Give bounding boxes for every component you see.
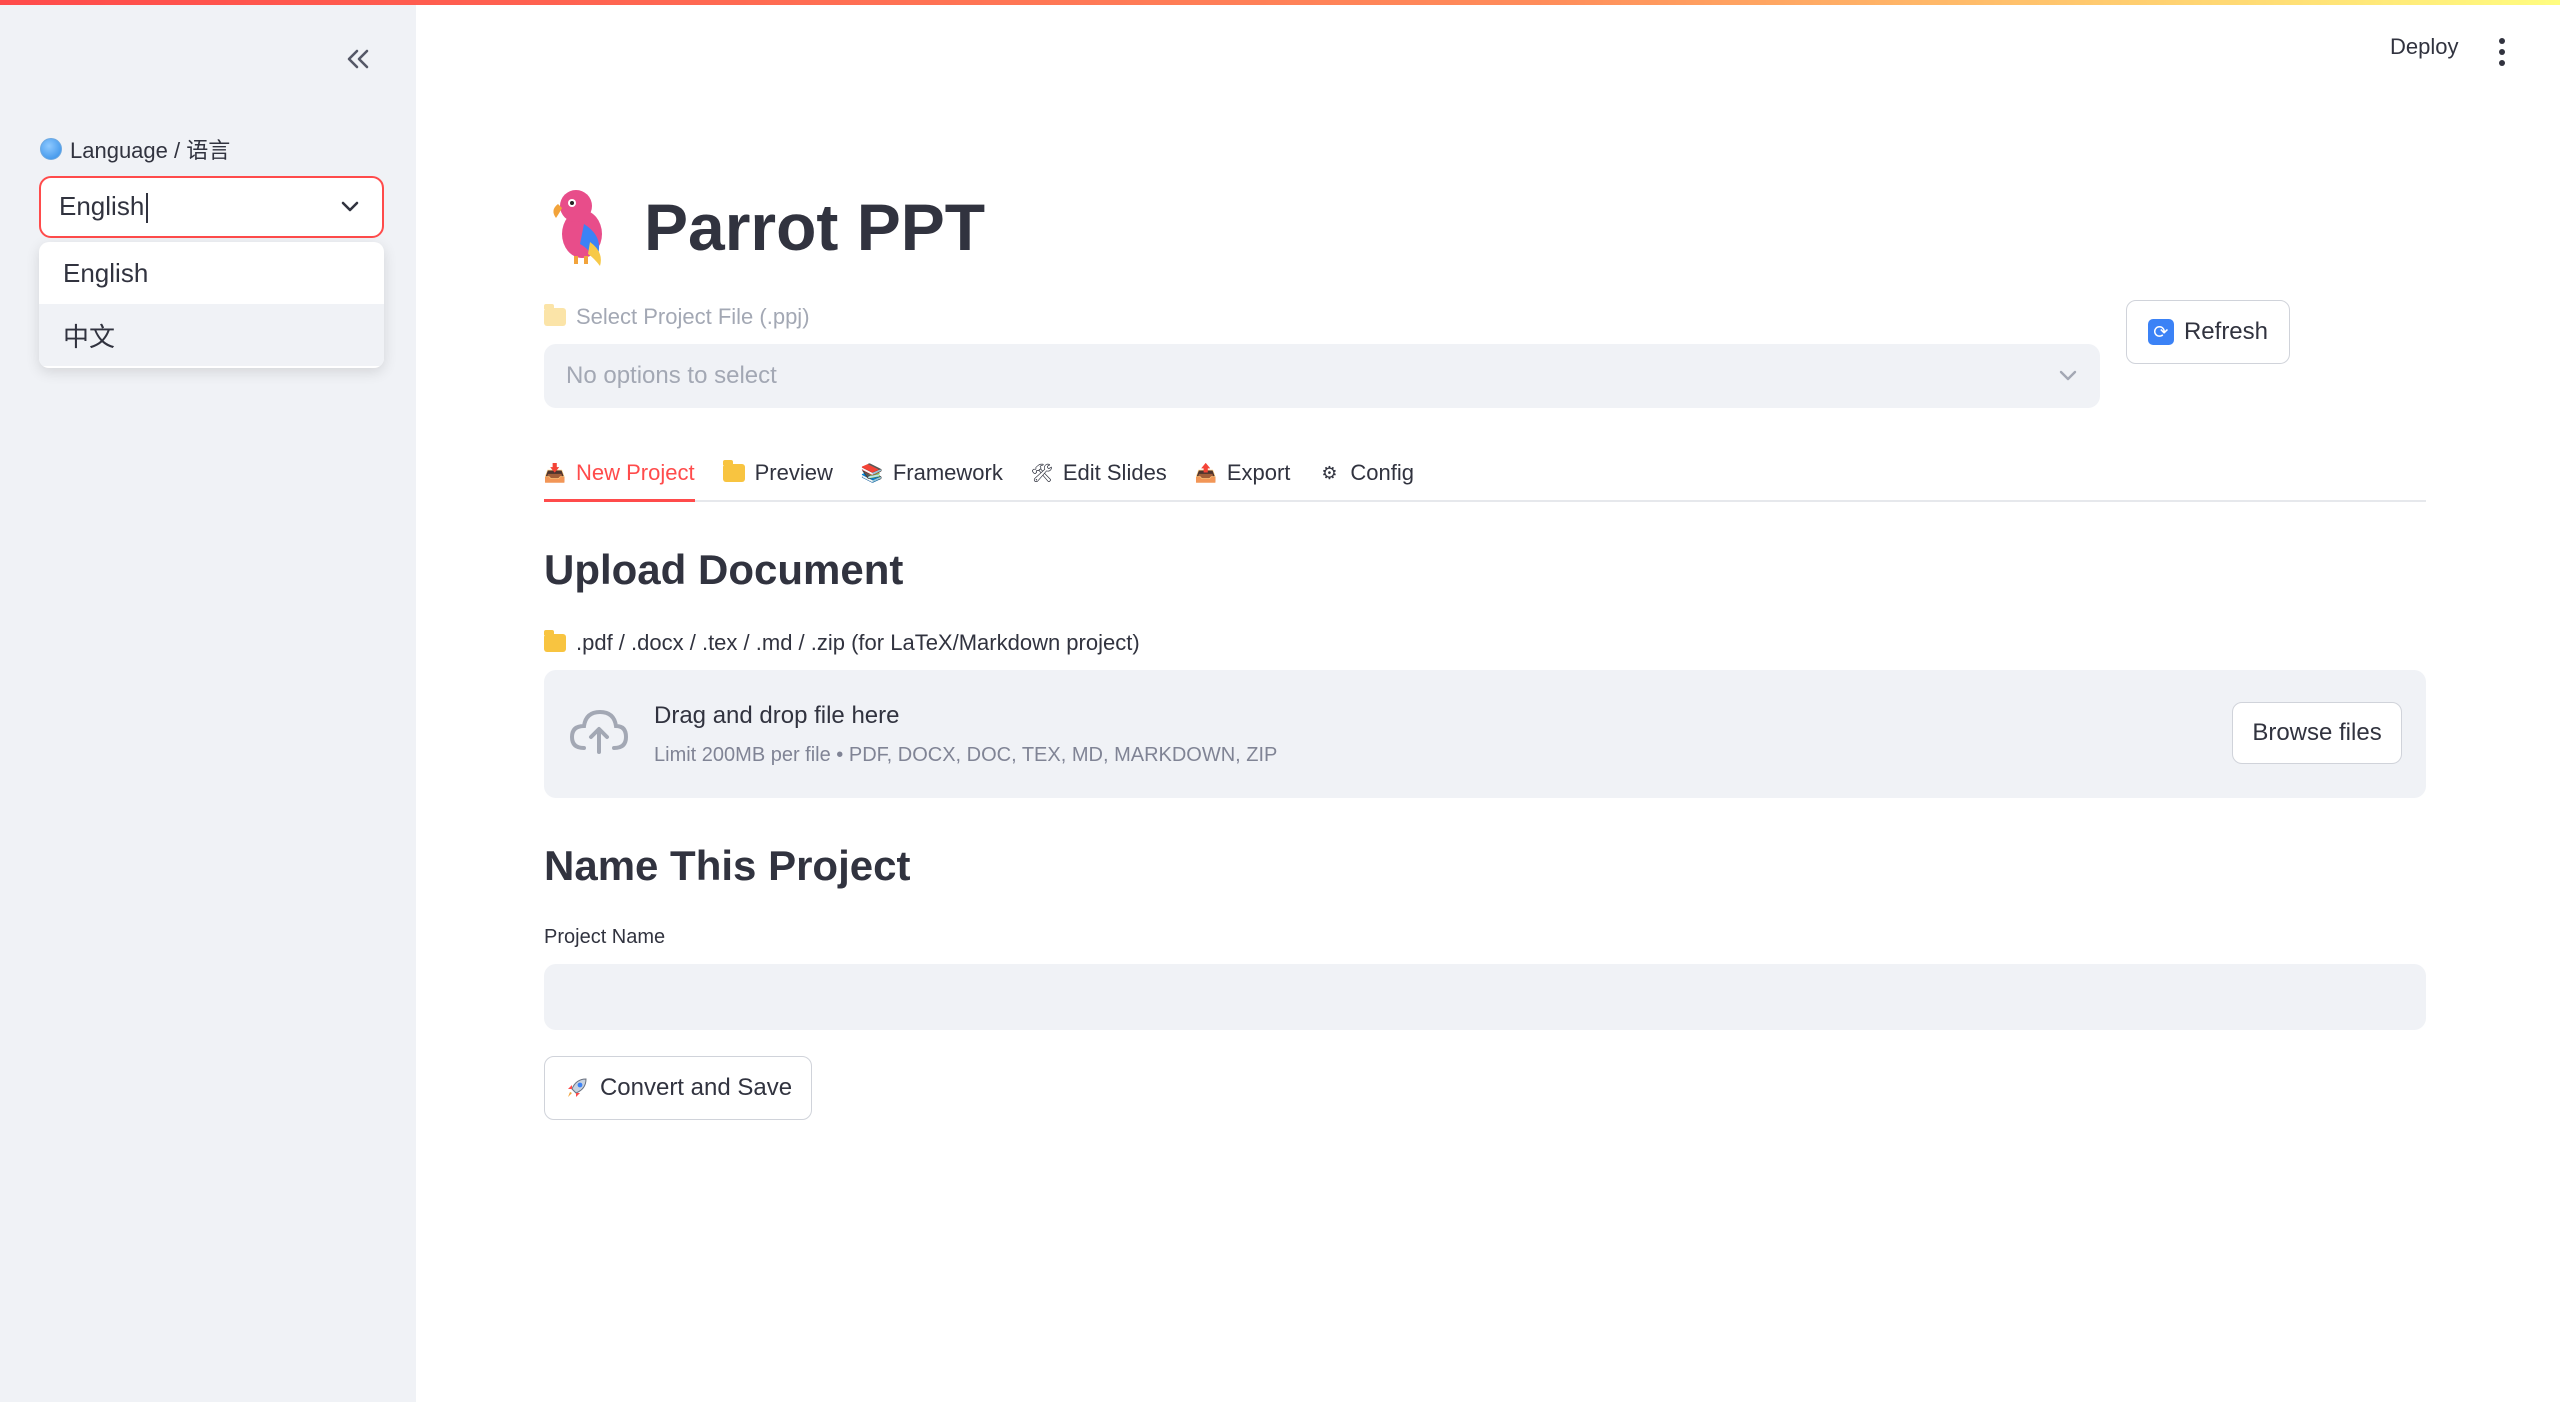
language-dropdown: English 中文 <box>39 242 384 368</box>
language-option-english[interactable]: English <box>39 242 384 304</box>
language-select-value: English <box>59 191 336 224</box>
dropzone-limit: Limit 200MB per file • PDF, DOCX, DOC, T… <box>654 744 1278 766</box>
language-label: Language / 语言 <box>40 133 230 165</box>
tab-preview[interactable]: Preview <box>722 446 833 500</box>
project-name-input[interactable] <box>544 964 2426 1030</box>
tab-edit-slides[interactable]: 🛠 Edit Slides <box>1030 446 1167 500</box>
convert-label: Convert and Save <box>599 1074 793 1101</box>
file-dropzone[interactable]: Drag and drop file here Limit 200MB per … <box>544 670 2426 798</box>
tab-config[interactable]: ⚙ Config <box>1318 446 1414 500</box>
upload-heading: Upload Document <box>544 546 904 593</box>
name-project-heading: Name This Project <box>544 842 911 889</box>
upload-hint-text: .pdf / .docx / .tex / .md / .zip (for La… <box>576 630 1140 655</box>
chevron-down-icon <box>336 193 364 221</box>
convert-and-save-button[interactable]: Convert and Save <box>544 1056 812 1120</box>
folder-icon <box>544 304 566 326</box>
refresh-button[interactable]: ⟳ Refresh <box>2126 300 2290 364</box>
refresh-label: Refresh <box>2183 318 2269 345</box>
chevron-down-icon <box>2059 370 2077 381</box>
rocket-icon <box>567 1078 587 1097</box>
tab-label: Config <box>1350 460 1414 485</box>
project-select-label-text: Select Project File (.ppj) <box>576 304 810 329</box>
inbox-tray-icon: 📥 <box>543 462 567 483</box>
globe-icon <box>40 138 62 160</box>
gear-icon: ⚙ <box>1321 462 1338 483</box>
kebab-menu-icon[interactable] <box>2490 34 2514 70</box>
tab-label: Export <box>1226 460 1291 485</box>
tab-framework[interactable]: 📚 Framework <box>861 446 1003 500</box>
tab-label: Edit Slides <box>1062 460 1167 485</box>
browse-files-button[interactable]: Browse files <box>2232 702 2402 764</box>
outbox-tray-icon: 📤 <box>1194 462 1218 483</box>
double-chevron-left-icon <box>347 49 369 69</box>
language-label-text: Language / 语言 <box>70 138 231 163</box>
project-select-label: Select Project File (.ppj) <box>544 304 810 330</box>
main-content: Parrot PPT Select Project File (.ppj) No… <box>544 0 2426 1402</box>
page-title: Parrot PPT <box>544 186 985 268</box>
app-title: Parrot PPT <box>644 190 986 264</box>
tab-label: Preview <box>754 460 833 485</box>
text-cursor <box>146 193 149 224</box>
tab-new-project[interactable]: 📥 New Project <box>543 446 695 502</box>
project-select-placeholder: No options to select <box>566 362 777 389</box>
language-select[interactable]: English <box>39 176 384 238</box>
folder-icon <box>544 630 566 652</box>
folder-icon <box>722 460 745 484</box>
sidebar: Language / 语言 English English 中文 <box>0 5 416 1402</box>
refresh-icon: ⟳ <box>2147 319 2174 345</box>
dropzone-title: Drag and drop file here <box>654 702 900 729</box>
parrot-icon <box>553 190 602 266</box>
upload-hint: .pdf / .docx / .tex / .md / .zip (for La… <box>544 630 1140 656</box>
tab-export[interactable]: 📤 Export <box>1195 446 1291 500</box>
cloud-upload-icon <box>569 709 629 754</box>
tab-bar: 📥 New Project Preview 📚 Framework 🛠 Edit… <box>544 446 2426 502</box>
language-option-chinese[interactable]: 中文 <box>39 304 384 366</box>
collapse-sidebar-button[interactable] <box>338 39 378 79</box>
hammer-wrench-icon: 🛠 <box>1030 462 1054 483</box>
books-icon: 📚 <box>860 462 884 483</box>
project-name-label: Project Name <box>544 926 666 948</box>
tab-label: Framework <box>892 460 1003 485</box>
project-file-select[interactable]: No options to select <box>544 344 2100 408</box>
tab-label: New Project <box>576 460 695 485</box>
